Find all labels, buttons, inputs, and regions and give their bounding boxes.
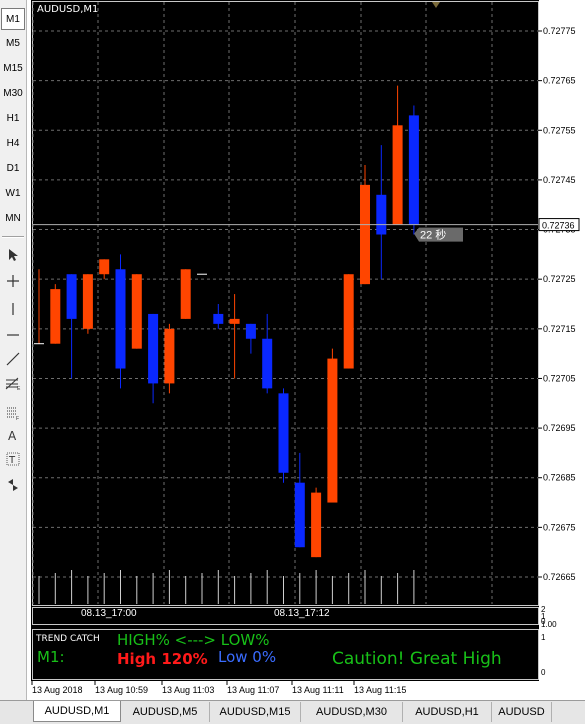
candle-body: [82, 274, 93, 329]
tab-audusd-m5[interactable]: AUDUSD,M5: [121, 702, 210, 722]
fibonacci-icon[interactable]: E: [2, 372, 24, 394]
left-toolbar: M1 M5 M15 M30 H1 H4 D1 W1 MN E F A T: [0, 0, 27, 700]
time-axis-label: 13 Aug 2018: [32, 685, 83, 695]
timeframe-m5-button[interactable]: M5: [1, 33, 25, 55]
candle-body: [50, 289, 61, 344]
vertical-line-icon[interactable]: [2, 298, 24, 320]
candle-body: [327, 358, 338, 503]
candle-body: [131, 274, 142, 349]
countdown-label: 22 秒: [420, 228, 446, 242]
candle-body: [376, 194, 387, 235]
svg-text:T: T: [8, 455, 16, 466]
timeframe-m15-button[interactable]: M15: [1, 58, 25, 80]
price-axis-label: 0.72755: [543, 125, 576, 135]
timeframe-h1-button[interactable]: H1: [1, 108, 25, 130]
price-chart[interactable]: 0.727750.727650.727550.727450.727350.727…: [31, 0, 585, 700]
svg-text:A: A: [8, 429, 17, 442]
indicator-axis-label: 0: [541, 668, 546, 677]
tab-audusd[interactable]: AUDUSD: [492, 702, 552, 722]
candle-body: [360, 184, 370, 285]
horizontal-line-icon[interactable]: [2, 324, 24, 346]
price-axis-label: 0.72765: [543, 76, 576, 86]
chart-symbol-title: AUDUSD,M1: [37, 4, 99, 15]
tab-audusd-h1[interactable]: AUDUSD,H1: [403, 702, 492, 722]
time-axis-label: 13 Aug 10:59: [95, 685, 148, 695]
text-label-icon[interactable]: T: [2, 448, 24, 470]
candle-body: [148, 313, 159, 384]
indicator-scale-label: 1.00: [541, 620, 557, 629]
price-axis-label: 0.72775: [543, 26, 576, 36]
cursor-icon[interactable]: [2, 244, 24, 266]
candle-body: [294, 482, 305, 548]
current-price-label: 0.72736: [542, 221, 575, 231]
indicator-high: High 120%: [117, 650, 208, 668]
timeframe-h4-button[interactable]: H4: [1, 133, 25, 155]
candle-body: [262, 338, 273, 389]
time-axis-label: 13 Aug 11:11: [292, 685, 344, 695]
time-axis-label: 13 Aug 11:07: [227, 685, 279, 695]
candle-body: [392, 125, 403, 225]
price-axis-label: 0.72665: [543, 572, 576, 582]
indicator-message: Caution! Great High: [332, 649, 502, 669]
timeframe-m30-button[interactable]: M30: [1, 83, 25, 105]
candle-body: [99, 259, 110, 275]
candle-body: [278, 393, 289, 473]
price-axis-label: 0.72705: [543, 373, 576, 383]
candle-body: [164, 328, 175, 384]
price-axis-panel: [539, 0, 585, 700]
price-axis-label: 0.72675: [543, 522, 576, 532]
chart-tabs: AUDUSD,M1 AUDUSD,M5 AUDUSD,M15 AUDUSD,M30 AU…: [0, 700, 585, 724]
time-axis-label: 13 Aug 11:15: [354, 685, 406, 695]
text-icon[interactable]: A: [2, 424, 24, 446]
candle-body: [180, 269, 191, 319]
timeframe-mn-button[interactable]: MN: [1, 208, 25, 230]
candle-body: [408, 115, 419, 225]
price-axis-label: 0.72715: [543, 324, 576, 334]
indicator-axis-label: 1: [541, 633, 546, 642]
candle-body: [66, 274, 77, 319]
trendline-icon[interactable]: [2, 348, 24, 370]
crosshair-icon[interactable]: [2, 270, 24, 292]
channel-icon[interactable]: F: [2, 402, 24, 424]
chart-window[interactable]: 0.727750.727650.727550.727450.727350.727…: [31, 0, 585, 700]
candle-body: [115, 269, 126, 369]
candle-body: [229, 318, 240, 324]
svg-text:F: F: [16, 416, 19, 420]
candle-body: [213, 313, 224, 324]
time-marker-label: 08.13_17:12: [274, 608, 330, 619]
timeframe-d1-button[interactable]: D1: [1, 158, 25, 180]
time-axis-label: 13 Aug 11:03: [162, 685, 214, 695]
svg-text:E: E: [17, 386, 21, 390]
time-marker-label: 08.13_17:00: [81, 608, 137, 619]
price-axis-label: 0.72695: [543, 423, 576, 433]
toolbar-divider: [2, 236, 24, 238]
price-axis-label: 0.72685: [543, 473, 576, 483]
candle-body: [311, 492, 322, 558]
timeframe-w1-button[interactable]: W1: [1, 183, 25, 205]
price-pane-border: [32, 1, 539, 606]
indicator-timeframe: M1:: [37, 648, 65, 666]
timeframe-m1-button[interactable]: M1: [1, 8, 25, 30]
shift-marker-icon: [432, 2, 440, 8]
price-axis-label: 0.72745: [543, 175, 576, 185]
indicator-low: Low 0%: [218, 648, 277, 666]
candle-body: [343, 274, 354, 369]
tab-audusd-m15[interactable]: AUDUSD,M15: [210, 702, 301, 722]
price-axis-label: 0.72725: [543, 274, 576, 284]
indicator-name: TREND CATCH: [36, 634, 100, 644]
indicator-header: HIGH% <---> LOW%: [117, 631, 270, 649]
tab-audusd-m30[interactable]: AUDUSD,M30: [301, 702, 403, 722]
candle-body: [245, 323, 256, 339]
tab-audusd-m1[interactable]: AUDUSD,M1: [33, 701, 121, 722]
arrows-icon[interactable]: [2, 474, 24, 496]
